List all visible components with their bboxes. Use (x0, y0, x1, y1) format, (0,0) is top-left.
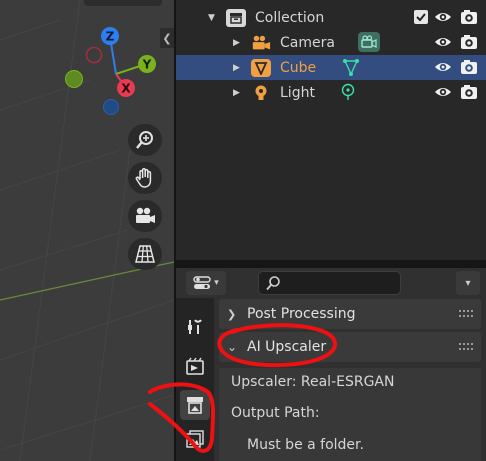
editor-type-dropdown[interactable]: ▾ (186, 271, 226, 295)
options-dropdown-button[interactable]: ▾ (456, 271, 480, 295)
neg-y-handle (65, 70, 83, 88)
drag-grip-icon[interactable] (459, 310, 473, 318)
chevron-down-icon: ▾ (214, 278, 219, 288)
zoom-button[interactable] (128, 124, 162, 156)
chevron-right-icon: ❯ (227, 307, 237, 321)
outliner-row-collection[interactable]: ▼ Collection (176, 5, 486, 30)
visibility-eye-icon[interactable] (434, 9, 452, 29)
chevron-down-icon: ⌄ (227, 340, 238, 354)
output-path-label: Output Path: (231, 405, 320, 421)
panel-ai-upscaler[interactable]: ⌄ AI Upscaler (219, 332, 481, 362)
upscaler-model-label: Upscaler: Real-ESRGAN (231, 374, 395, 390)
properties-editor-icon (193, 276, 211, 289)
outliner-row-cube[interactable]: ▶ Cube (176, 55, 486, 80)
camera-icon (136, 207, 155, 223)
perspective-toggle-button[interactable] (128, 238, 162, 270)
z-axis-label: Z (106, 30, 115, 44)
panel-title: AI Upscaler (247, 339, 327, 355)
render-camera-icon[interactable] (460, 59, 478, 79)
mesh-object-icon (251, 58, 271, 77)
navigation-gizmo[interactable]: Z Y X (56, 22, 168, 122)
viewport-header-button[interactable] (84, 0, 162, 6)
tool-wrench-icon (188, 319, 202, 334)
folder-hint-text: Must be a folder. (247, 437, 364, 453)
camera-data-icon[interactable] (358, 32, 380, 52)
mesh-data-icon[interactable] (340, 57, 362, 77)
tab-tool[interactable] (180, 312, 210, 342)
camera-object-icon (251, 34, 271, 52)
output-printer-icon (187, 397, 203, 414)
3d-viewport[interactable]: ❮ Z Y X (0, 0, 174, 461)
tab-view-layer[interactable] (180, 424, 210, 454)
render-camera-icon[interactable] (460, 34, 478, 54)
camera-view-button[interactable] (128, 200, 162, 232)
pan-button[interactable] (128, 162, 162, 194)
zoom-icon (136, 131, 153, 149)
search-input[interactable] (258, 271, 401, 295)
visibility-eye-icon[interactable] (434, 34, 452, 54)
tab-output[interactable] (180, 390, 210, 420)
render-icon (186, 357, 204, 375)
expand-arrow-icon[interactable]: ▼ (208, 13, 215, 23)
neg-x-handle (85, 46, 103, 64)
y-axis-label: Y (142, 58, 152, 72)
chevron-down-icon: ▾ (465, 277, 471, 289)
properties-tabs (176, 298, 214, 461)
outliner-label: Collection (255, 9, 325, 26)
properties-panel-area: ❯ Post Processing ⌄ AI Upscaler Upscaler… (214, 298, 486, 461)
outliner: ▼ Collection ▶ Camera ▶ Cube ▶ Light (176, 0, 486, 260)
grid-icon (135, 245, 155, 263)
panel-post-processing[interactable]: ❯ Post Processing (219, 299, 481, 329)
drag-grip-icon[interactable] (459, 343, 473, 351)
exclude-checkbox[interactable] (414, 10, 428, 24)
light-object-icon (251, 84, 271, 102)
image-stack-icon (186, 430, 204, 448)
neg-z-handle (103, 99, 119, 115)
properties-editor: ▾ ▾ ❯ Post Processing ⌄ AI Upscaler Upsc… (176, 268, 486, 461)
panel-title: Post Processing (247, 306, 356, 322)
outliner-label: Light (280, 84, 315, 101)
light-data-icon[interactable] (337, 82, 359, 102)
area-divider[interactable] (176, 260, 486, 268)
x-axis-label: X (121, 82, 131, 96)
visibility-eye-icon[interactable] (434, 84, 452, 104)
tab-render[interactable] (180, 352, 210, 382)
search-icon (266, 276, 280, 291)
outliner-row-light[interactable]: ▶ Light (176, 80, 486, 105)
render-camera-icon[interactable] (460, 84, 478, 104)
visibility-eye-icon[interactable] (434, 59, 452, 79)
hand-icon (135, 168, 152, 188)
expand-arrow-icon[interactable]: ▶ (233, 63, 240, 73)
outliner-row-camera[interactable]: ▶ Camera (176, 30, 486, 55)
expand-arrow-icon[interactable]: ▶ (233, 88, 240, 98)
outliner-label: Camera (280, 34, 335, 51)
outliner-label: Cube (280, 59, 317, 76)
properties-header: ▾ ▾ (176, 268, 486, 298)
expand-arrow-icon[interactable]: ▶ (233, 38, 240, 48)
collection-icon (226, 8, 246, 27)
render-camera-icon[interactable] (460, 9, 478, 29)
ai-upscaler-panel-body: Upscaler: Real-ESRGAN Output Path: Must … (219, 368, 481, 461)
